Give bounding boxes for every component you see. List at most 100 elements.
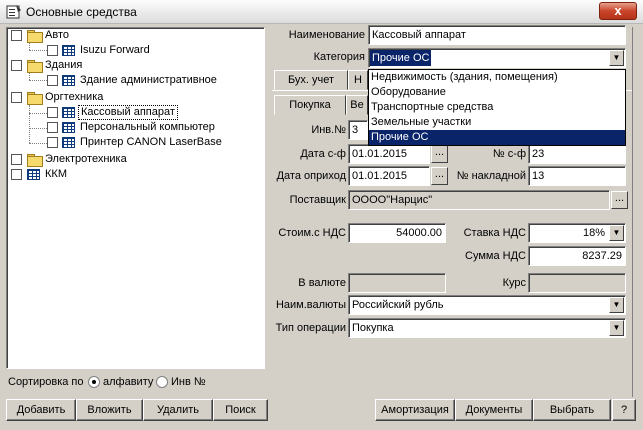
supplier-input[interactable]: ОООО"Нарцис" xyxy=(348,190,610,210)
checkbox[interactable] xyxy=(47,75,58,86)
folder-icon xyxy=(27,154,43,167)
checkbox[interactable] xyxy=(11,60,22,71)
currency-amount-label: В валюте xyxy=(298,277,346,289)
insert-button[interactable]: Вложить xyxy=(76,399,143,421)
receipt-date-label: Дата оприход xyxy=(276,170,346,182)
tree-folder-auto[interactable]: Авто xyxy=(11,28,251,43)
window-title: Основные средства xyxy=(26,5,137,19)
receipt-date-picker-button[interactable]: ... xyxy=(431,167,448,185)
tree-folder-electro[interactable]: Электротехника xyxy=(11,152,251,167)
checkbox[interactable] xyxy=(11,30,22,41)
category-label: Категория xyxy=(313,51,365,63)
vat-sum-label: Сумма НДС xyxy=(465,250,526,262)
vat-sum-input[interactable]: 8237.29 xyxy=(528,246,626,266)
asset-tree[interactable]: Авто Isuzu Forward Здания Здание админис… xyxy=(6,27,265,369)
sort-inv-radio[interactable] xyxy=(156,376,168,388)
tree-item-pc[interactable]: Персональный компьютер xyxy=(47,120,257,135)
category-dropdown-list[interactable]: Недвижимость (здания, помещения) Оборудо… xyxy=(368,69,626,146)
delete-button[interactable]: Удалить xyxy=(143,399,213,421)
tab-ve[interactable]: Ве xyxy=(346,95,368,115)
currency-amount-input[interactable] xyxy=(348,273,446,293)
tree-folder-office[interactable]: Оргтехника xyxy=(11,90,251,105)
chevron-down-icon[interactable]: ▼ xyxy=(609,297,624,313)
help-button[interactable]: ? xyxy=(612,399,636,421)
invoice-date-label: Дата с-ф xyxy=(300,148,346,160)
tree-label: Авто xyxy=(45,29,69,41)
invoice-date-picker-button[interactable]: ... xyxy=(431,145,448,163)
grid-icon xyxy=(27,169,40,180)
tree-folder-buildings[interactable]: Здания xyxy=(11,58,251,73)
tree-label: Принтер CANON LaserBase xyxy=(80,136,222,148)
tree-connector xyxy=(29,113,47,114)
add-button[interactable]: Добавить xyxy=(6,399,76,421)
category-option[interactable]: Транспортные средства xyxy=(369,100,625,115)
checkbox[interactable] xyxy=(47,45,58,56)
tab-purchase[interactable]: Покупка xyxy=(274,95,346,115)
grid-icon xyxy=(62,75,75,86)
currency-name-value: Российский рубль xyxy=(352,299,444,311)
grid-icon xyxy=(62,137,75,148)
operation-label: Тип операции xyxy=(275,322,346,334)
category-select[interactable]: Прочие ОС ▼ xyxy=(368,48,626,68)
tree-label: Кассовый аппарат xyxy=(78,105,178,120)
sort-alpha-radio[interactable] xyxy=(88,376,100,388)
tree-label: Isuzu Forward xyxy=(80,44,150,56)
category-option[interactable]: Земельные участки xyxy=(369,115,625,130)
checkbox[interactable] xyxy=(11,92,22,103)
currency-name-label: Наим.валюты xyxy=(275,299,346,311)
tab-accounting[interactable]: Бух. учет xyxy=(274,70,348,90)
tree-item-admin-building[interactable]: Здание административное xyxy=(47,73,257,88)
supplier-picker-button[interactable]: ... xyxy=(611,191,628,209)
cost-input[interactable]: 54000.00 xyxy=(348,223,446,243)
category-option[interactable]: Оборудование xyxy=(369,85,625,100)
checkbox[interactable] xyxy=(47,137,58,148)
tree-item-printer[interactable]: Принтер CANON LaserBase xyxy=(47,135,257,150)
folder-icon xyxy=(27,92,43,105)
tree-item-isuzu[interactable]: Isuzu Forward xyxy=(47,43,247,58)
category-option[interactable]: Недвижимость (здания, помещения) xyxy=(369,70,625,85)
sort-label: Сортировка по xyxy=(8,376,84,388)
tree-label: Электротехника xyxy=(45,153,127,165)
tree-connector xyxy=(29,43,30,50)
tree-label: Персональный компьютер xyxy=(80,121,215,133)
tree-label: Здание административное xyxy=(80,74,217,86)
cost-label: Стоим.с НДС xyxy=(278,227,346,239)
currency-name-select[interactable]: Российский рубль ▼ xyxy=(348,295,626,315)
close-button[interactable]: x xyxy=(599,2,637,20)
select-button[interactable]: Выбрать xyxy=(533,399,611,421)
app-icon xyxy=(6,5,21,19)
operation-select[interactable]: Покупка ▼ xyxy=(348,318,626,338)
tree-connector xyxy=(29,143,47,144)
invoice-date-input[interactable]: 01.01.2015 xyxy=(348,144,430,164)
inv-input[interactable]: 3 xyxy=(348,120,368,140)
checkbox[interactable] xyxy=(47,107,58,118)
receipt-date-input[interactable]: 01.01.2015 xyxy=(348,166,430,186)
tree-item-cash-register[interactable]: Кассовый аппарат xyxy=(47,105,257,120)
folder-icon xyxy=(27,60,43,73)
checkbox[interactable] xyxy=(11,169,22,180)
tree-connector xyxy=(29,128,47,129)
checkbox[interactable] xyxy=(47,122,58,133)
search-button[interactable]: Поиск xyxy=(213,399,268,421)
documents-button[interactable]: Документы xyxy=(455,399,533,421)
invoice-no-input[interactable]: 23 xyxy=(528,144,626,164)
checkbox[interactable] xyxy=(11,154,22,165)
rate-label: Курс xyxy=(502,277,526,289)
amortization-button[interactable]: Амортизация xyxy=(375,399,455,421)
chevron-down-icon[interactable]: ▼ xyxy=(609,320,624,336)
name-input[interactable]: Кассовый аппарат xyxy=(368,25,626,45)
waybill-input[interactable]: 13 xyxy=(528,166,626,186)
tree-connector xyxy=(29,105,30,143)
tree-label: Оргтехника xyxy=(45,91,104,103)
tab-tax[interactable]: Н xyxy=(348,70,368,90)
grid-icon xyxy=(62,122,75,133)
rate-input[interactable] xyxy=(528,273,626,293)
scrollbar[interactable] xyxy=(632,27,640,397)
operation-value: Покупка xyxy=(352,322,394,334)
chevron-down-icon[interactable]: ▼ xyxy=(609,225,624,241)
vat-rate-select[interactable]: 18% ▼ xyxy=(528,223,626,243)
tree-item-kkm[interactable]: ККМ xyxy=(11,167,251,182)
sort-alpha-label: алфавиту xyxy=(103,376,154,388)
chevron-down-icon[interactable]: ▼ xyxy=(609,50,624,66)
category-option-selected[interactable]: Прочие ОС xyxy=(369,130,625,145)
